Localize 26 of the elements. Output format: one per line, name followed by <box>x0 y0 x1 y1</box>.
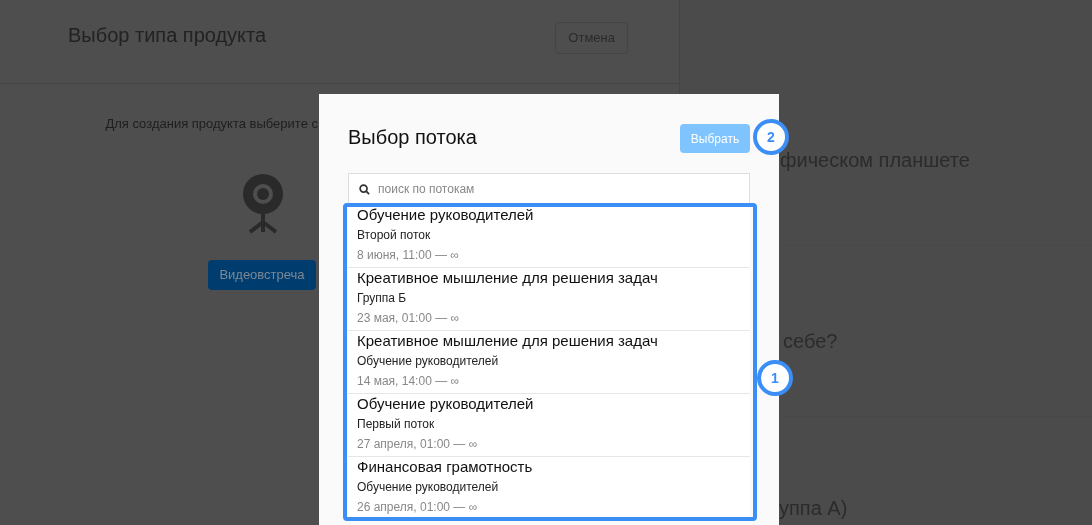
stream-title: Креативное мышление для решения задач <box>357 269 659 287</box>
stream-item[interactable]: Финансовая грамотность Обучение руководителей 26 апреля, 01:00 — ∞ <box>348 457 750 520</box>
webcam-icon <box>240 173 286 234</box>
stream-dates: 23 мая, 01:00 — ∞ <box>357 311 461 326</box>
search-box[interactable]: поиск по потокам <box>348 173 750 205</box>
annotation-marker: 1 <box>757 360 793 396</box>
dialog-title: Выбор потока <box>348 125 477 150</box>
stream-dates: 8 июня, 11:00 — ∞ <box>357 248 460 263</box>
search-field[interactable]: поиск по потокам <box>378 174 739 204</box>
stream-title: Обучение руководителей <box>357 206 535 224</box>
stream-dates: 14 мая, 14:00 — ∞ <box>357 374 461 389</box>
stream-item[interactable]: Обучение руководителей Первый поток 27 апреля, 01:00 — ∞ <box>348 394 750 457</box>
stream-title: Креативное мышление для решения задач <box>357 332 659 350</box>
annotation-marker: 2 <box>753 119 789 155</box>
stream-item[interactable]: Креативное мышление для решения задач Группа Б 23 мая, 01:00 — ∞ <box>348 268 750 331</box>
stream-subtitle: Группа Б <box>357 291 408 306</box>
stream-subtitle: Обучение руководителей <box>357 354 500 369</box>
stream-item[interactable]: Креативное мышление для решения задач Обучение руководителей 14 мая, 14:00 — ∞ <box>348 331 750 394</box>
stream-dates: 27 апреля, 01:00 — ∞ <box>357 437 479 452</box>
stream-dates: 26 апреля, 01:00 — ∞ <box>357 500 479 515</box>
stream-subtitle: Обучение руководителей <box>357 480 500 495</box>
stream-title: Финансовая грамотность <box>357 458 534 476</box>
stream-subtitle: Второй поток <box>357 228 432 243</box>
search-icon <box>359 183 370 195</box>
stream-title: Обучение руководителей <box>357 395 535 413</box>
stream-subtitle: Первый поток <box>357 417 436 432</box>
